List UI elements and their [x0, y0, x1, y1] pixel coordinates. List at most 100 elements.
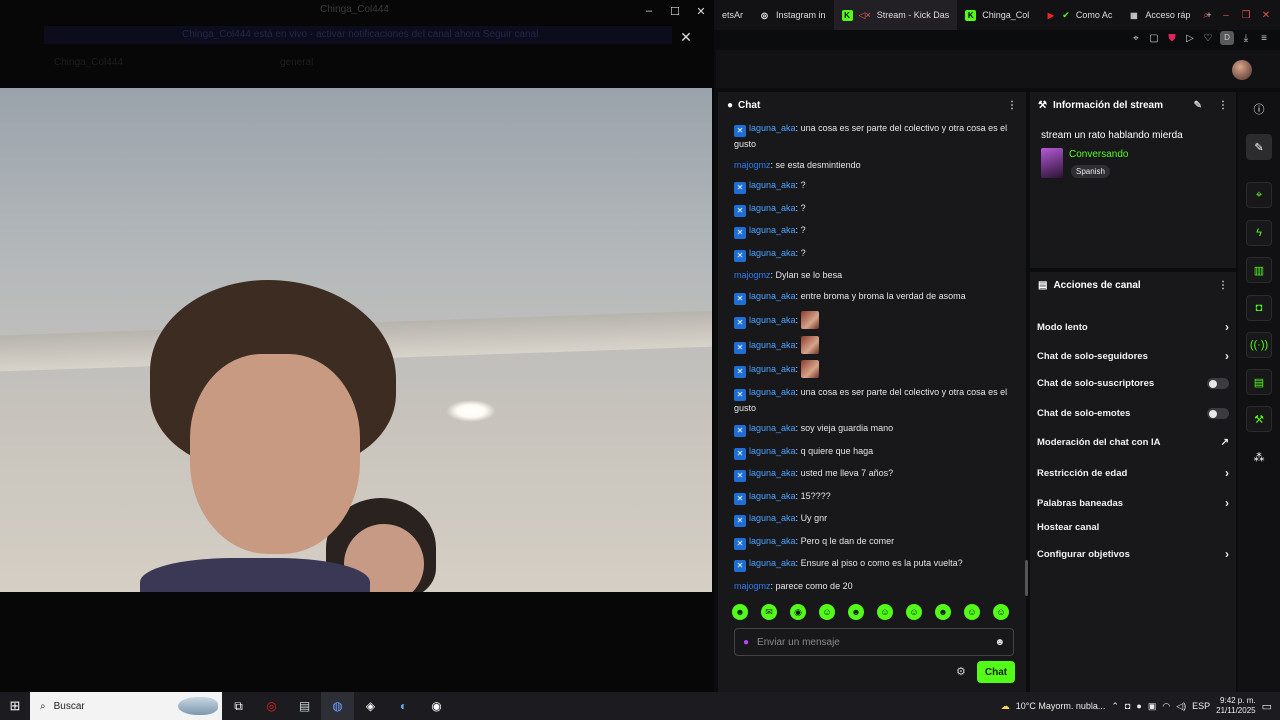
emote-button[interactable]: ☺: [964, 604, 980, 620]
notice-button[interactable]: Seguir canal: [483, 29, 539, 40]
tab-3[interactable]: K Chinga_Col: [957, 0, 1037, 30]
shield-icon[interactable]: ⛊: [1166, 33, 1178, 44]
steam-icon[interactable]: ◐: [387, 692, 420, 720]
chat-username[interactable]: laguna_aka: [749, 446, 796, 456]
gear-icon[interactable]: ⚙: [956, 665, 966, 678]
close-overlay-icon[interactable]: ✕: [676, 27, 696, 47]
emote-button[interactable]: ◉: [790, 604, 806, 620]
tab-5[interactable]: ▦ Acceso ráp: [1120, 0, 1198, 30]
play-icon[interactable]: ▷: [1184, 33, 1196, 44]
chat-username[interactable]: laguna_aka: [749, 468, 796, 478]
tab-0[interactable]: etsAr: [714, 0, 751, 30]
emote-button[interactable]: ☺: [877, 604, 893, 620]
emote-button[interactable]: ☻: [848, 604, 864, 620]
chat-username[interactable]: laguna_aka: [749, 180, 796, 190]
tray-icon[interactable]: ▣: [1148, 701, 1157, 712]
minimize-button[interactable]: –: [636, 0, 662, 22]
obs-icon[interactable]: ◉: [420, 692, 453, 720]
chat-username[interactable]: laguna_aka: [749, 536, 796, 546]
send-chat-button[interactable]: Chat: [977, 661, 1015, 683]
tab-1[interactable]: ◎ Instagram in: [751, 0, 834, 30]
chat-username[interactable]: laguna_aka: [749, 558, 796, 568]
chevron-right-icon[interactable]: ›: [1225, 349, 1229, 363]
heart-icon[interactable]: ♡: [1202, 33, 1214, 44]
more-vertical-icon[interactable]: ⋮: [1218, 100, 1228, 111]
edit-icon[interactable]: ✎: [1194, 100, 1202, 111]
channel-action-item[interactable]: Chat de solo-suscriptores: [1037, 378, 1229, 389]
chat-username[interactable]: laguna_aka: [749, 340, 796, 350]
minimize-icon[interactable]: –: [1218, 10, 1234, 21]
language-indicator[interactable]: ESP: [1192, 701, 1210, 711]
tab-2-active[interactable]: K ◁× Stream - Kick Das: [833, 0, 958, 30]
chat-username[interactable]: majogmz: [734, 270, 771, 280]
pin-icon[interactable]: ⌖: [1130, 33, 1142, 44]
chrome-icon[interactable]: ◍: [321, 692, 354, 720]
tray-app-icon[interactable]: ◘: [1125, 701, 1130, 711]
chat-username[interactable]: laguna_aka: [749, 387, 796, 397]
stream-category[interactable]: Conversando: [1069, 149, 1128, 160]
video-player[interactable]: [0, 88, 712, 592]
chat-input[interactable]: ● Enviar un mensaje ☻: [734, 628, 1014, 656]
chat-username[interactable]: laguna_aka: [749, 203, 796, 213]
more-vertical-icon[interactable]: ⋮: [1218, 280, 1228, 291]
profile-button[interactable]: D: [1220, 31, 1234, 45]
chat-username[interactable]: laguna_aka: [749, 291, 796, 301]
emote-button[interactable]: ☺: [993, 604, 1009, 620]
document-icon[interactable]: ▥: [1246, 257, 1272, 283]
clock[interactable]: 9:42 p. m. 21/11/2025: [1216, 696, 1255, 716]
chat-username[interactable]: laguna_aka: [749, 123, 796, 133]
chat-username[interactable]: majogmz: [734, 160, 771, 170]
channel-action-item[interactable]: Moderación del chat con IA ↗: [1037, 437, 1229, 448]
task-view-icon[interactable]: ⧉: [222, 692, 255, 720]
file-explorer-icon[interactable]: ▤: [288, 692, 321, 720]
close-icon[interactable]: ✕: [1258, 10, 1274, 21]
channel-action-item[interactable]: Restricción de edad ›: [1037, 466, 1229, 480]
volume-icon[interactable]: ◁): [1176, 701, 1186, 712]
windows-start-icon[interactable]: ⊞: [0, 692, 30, 720]
channel-action-item[interactable]: Configurar objetivos ›: [1037, 547, 1229, 561]
emote-button[interactable]: ☺: [906, 604, 922, 620]
chat-username[interactable]: laguna_aka: [749, 423, 796, 433]
chevron-right-icon[interactable]: ›: [1225, 496, 1229, 510]
focus-icon[interactable]: ⌖: [1246, 182, 1272, 208]
muted-audio-icon[interactable]: ◁×: [859, 10, 871, 21]
chat-username[interactable]: laguna_aka: [749, 513, 796, 523]
weather-text[interactable]: 10°C Mayorm. nubla...: [1016, 701, 1106, 711]
server-icon[interactable]: ▤: [1246, 369, 1272, 395]
nodes-icon[interactable]: ⁂: [1246, 444, 1272, 470]
chevron-right-icon[interactable]: ›: [1225, 466, 1229, 480]
channel-action-item[interactable]: Modo lento ›: [1037, 320, 1229, 334]
chevron-up-icon[interactable]: ⌃: [1111, 701, 1119, 712]
game-icon[interactable]: ◈: [354, 692, 387, 720]
opera-icon[interactable]: ◎: [255, 692, 288, 720]
emote-button[interactable]: ✉: [761, 604, 777, 620]
chat-username[interactable]: laguna_aka: [749, 225, 796, 235]
wifi-icon[interactable]: ◠: [1162, 701, 1170, 712]
info-icon[interactable]: ⓘ: [1246, 96, 1272, 122]
screenshot-icon[interactable]: ▢: [1148, 33, 1160, 44]
maximize-button[interactable]: ☐: [662, 0, 688, 22]
channel-action-item[interactable]: Chat de solo-emotes: [1037, 408, 1229, 419]
emote-button[interactable]: ☻: [732, 604, 748, 620]
chat-username[interactable]: laguna_aka: [749, 491, 796, 501]
restore-icon[interactable]: ❐: [1238, 10, 1254, 21]
chat-icon[interactable]: ◘: [1246, 295, 1272, 321]
chat-username[interactable]: laguna_aka: [749, 248, 796, 258]
chat-username[interactable]: majogmz: [734, 581, 771, 591]
emoji-icon[interactable]: ☻: [994, 637, 1005, 648]
toggle-switch[interactable]: [1207, 378, 1229, 389]
chat-scrollbar[interactable]: [1025, 560, 1028, 596]
menu-icon[interactable]: ≡: [1258, 33, 1270, 44]
taskbar-search[interactable]: ⌕ Buscar: [30, 692, 222, 720]
chat-username[interactable]: laguna_aka: [749, 315, 796, 325]
wrench-icon[interactable]: ⚒: [1246, 406, 1272, 432]
chevron-right-icon[interactable]: ›: [1225, 547, 1229, 561]
chevron-right-icon[interactable]: ›: [1225, 320, 1229, 334]
channel-action-item[interactable]: Palabras baneadas ›: [1037, 496, 1229, 510]
tab-4[interactable]: ▶ ✔ Como Ac: [1037, 0, 1120, 30]
lightning-icon[interactable]: ϟ: [1246, 220, 1272, 246]
search-tabs-icon[interactable]: ⌕: [1198, 10, 1214, 21]
microphone-icon[interactable]: ●: [1136, 701, 1141, 711]
chat-message-list[interactable]: ✕ laguna_aka: una cosa es ser parte del c…: [718, 118, 1026, 596]
avatar[interactable]: [1232, 60, 1252, 80]
